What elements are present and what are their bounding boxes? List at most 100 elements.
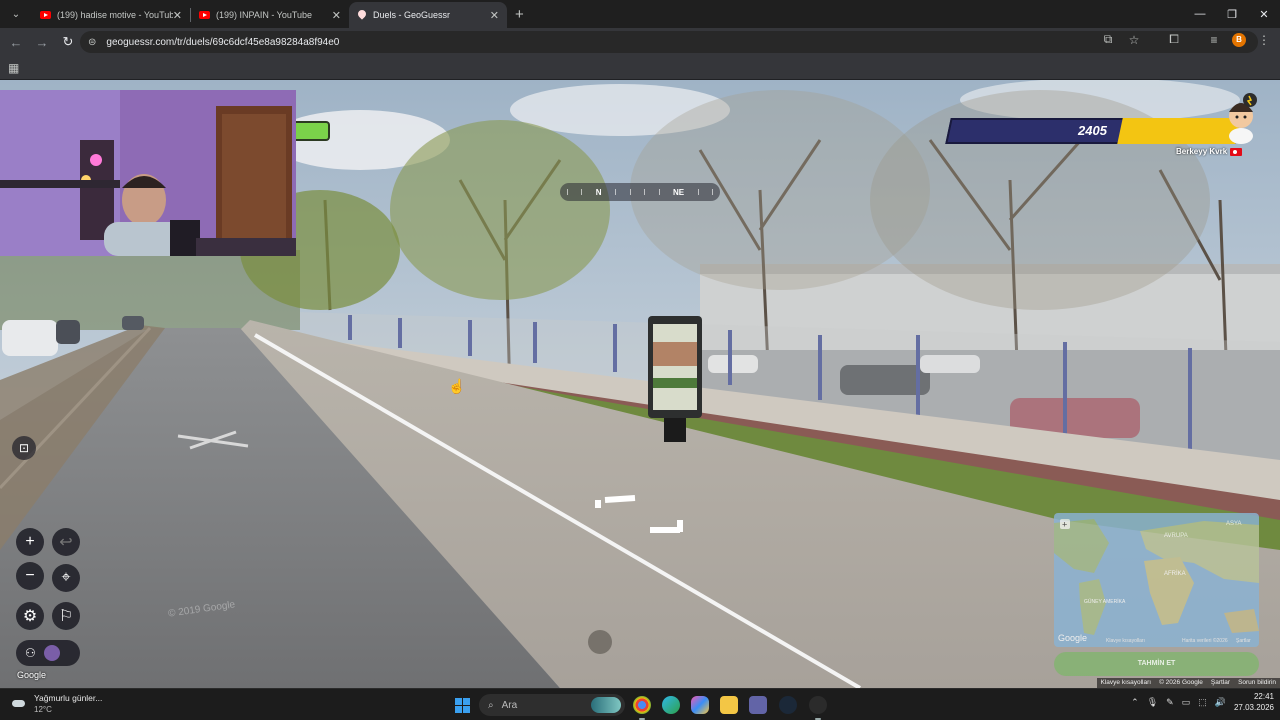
player-avatar [43, 645, 60, 661]
geoguessr-pin-icon [357, 10, 367, 20]
streamer-webcam [0, 90, 296, 256]
media-icon[interactable]: ≡ [1206, 33, 1222, 47]
toolbar-icons: ⧉ ☆ ⧠ ≡ B ⋮ [1100, 32, 1272, 47]
opponent-name-text: Berkeyy Kvrk [1176, 147, 1228, 156]
extensions-icon[interactable]: ⧠ [1166, 32, 1182, 47]
new-tab-button[interactable]: + [515, 6, 524, 23]
tab-title: (199) INPAIN - YouTube [216, 10, 313, 20]
bookmark-star-icon[interactable]: ☆ [1126, 33, 1142, 47]
map-terms[interactable]: Şartlar [1236, 638, 1251, 644]
app-icon[interactable] [809, 696, 827, 720]
sv-terms[interactable]: Şartlar [1211, 678, 1230, 688]
close-tab-icon[interactable]: ✕ [173, 9, 182, 22]
map-label-asia: ASYA [1226, 521, 1242, 527]
cast-icon[interactable]: ⧉ [1100, 32, 1116, 47]
hand-cursor-icon: ☝ [448, 378, 466, 394]
map-google-logo: Google [1058, 633, 1087, 643]
tab-title: (199) hadise motive - YouTube [57, 10, 173, 20]
file-explorer-icon[interactable] [720, 696, 738, 714]
return-arrow-icon: ↩ [59, 534, 73, 551]
street-view-attribution: Klavye kısayolları © 2026 Google Şartlar… [1096, 678, 1280, 688]
close-window-icon[interactable]: ✕ [1248, 0, 1280, 28]
weather-title: Yağmurlu günler... [34, 693, 103, 703]
opponent-health-bar: 2405 [945, 118, 1241, 144]
tab-youtube-1[interactable]: (199) hadise motive - YouTube ✕ [32, 2, 190, 28]
back-button[interactable]: ← [4, 30, 28, 54]
teams-icon[interactable] [749, 696, 767, 714]
map-label-europe: AVRUPA [1164, 533, 1188, 539]
chrome-icon[interactable] [633, 696, 651, 720]
edge-icon[interactable] [662, 696, 680, 714]
tab-youtube-2[interactable]: (199) INPAIN - YouTube ✕ [191, 2, 349, 28]
display-icon[interactable]: ▭ [1182, 697, 1191, 708]
minimize-icon[interactable]: — [1184, 0, 1216, 28]
zoom-out-button[interactable]: − [16, 562, 44, 590]
tab-title: Duels - GeoGuessr [373, 10, 451, 20]
compass-northeast-label: NE [673, 187, 685, 197]
windows-start-button[interactable] [455, 698, 470, 713]
volume-icon[interactable]: 🔊 [1215, 697, 1226, 708]
compass: N NE [560, 183, 720, 201]
forward-button[interactable]: → [30, 30, 54, 54]
tab-geoguessr[interactable]: Duels - GeoGuessr ✕ [349, 2, 507, 28]
settings-button[interactable]: ⚙ [16, 602, 44, 630]
bookmarks-bar: ▦ [0, 56, 1280, 80]
close-tab-icon[interactable]: ✕ [332, 9, 341, 22]
compass-north-label: N [595, 187, 602, 197]
map-label-south-america: GÜNEY AMERİKA [1084, 598, 1126, 605]
guess-button[interactable]: TAHMİN ET [1054, 652, 1259, 676]
search-placeholder: Ara [501, 699, 518, 711]
menu-kebab-icon[interactable]: ⋮ [1256, 33, 1272, 47]
webcam-image [0, 90, 296, 256]
search-icon: ⌕ [488, 699, 494, 711]
tab-search-button[interactable]: ⌄ [4, 4, 28, 24]
flag-icon: ⚐ [58, 608, 74, 625]
window-controls: — ❐ ✕ [1184, 0, 1280, 28]
profile-avatar[interactable]: B [1232, 32, 1246, 47]
map-data: Harita verileri ©2026 [1182, 637, 1228, 644]
player-list-button[interactable]: ⚇ [16, 640, 80, 666]
world-map: ASYA AVRUPA AFRİKA GÜNEY AMERİKA Google … [1054, 513, 1259, 647]
zoom-in-button[interactable]: + [16, 528, 44, 556]
restore-icon[interactable]: ❐ [1216, 0, 1248, 28]
reload-button[interactable]: ↻ [56, 30, 80, 54]
weather-widget[interactable]: Yağmurlu günler... 12°C [12, 693, 102, 715]
location-pin-icon: ⌖ [61, 569, 71, 586]
weather-temp: 12°C [34, 705, 52, 714]
memory-photo-icon[interactable]: ⊡ [12, 436, 36, 460]
network-icon[interactable]: ⬚ [1198, 697, 1207, 708]
clock-date: 27.03.2026 [1233, 703, 1274, 712]
return-to-start-button[interactable]: ⌖ [52, 564, 80, 592]
people-icon: ⚇ [25, 646, 36, 660]
flag-button[interactable]: ⚐ [52, 602, 80, 630]
microphone-icon[interactable]: 🎙 [1147, 697, 1158, 708]
undo-move-button[interactable]: ↩ [52, 528, 80, 556]
chevron-up-icon[interactable]: ⌃ [1131, 697, 1139, 708]
youtube-icon [199, 11, 210, 19]
map-shortcuts[interactable]: Klavye kısayolları [1106, 638, 1145, 644]
site-info-icon[interactable]: ⊜ [88, 37, 96, 48]
url-text[interactable]: geoguessr.com/tr/duels/69c6dcf45e8a98284… [106, 37, 1250, 48]
opponent-score: 2405 [1078, 123, 1107, 138]
copilot-icon[interactable] [691, 696, 709, 714]
sv-shortcuts[interactable]: Klavye kısayolları [1101, 678, 1152, 688]
pen-icon[interactable]: ✎ [1166, 697, 1174, 708]
gear-icon: ⚙ [22, 608, 38, 625]
address-bar[interactable]: ⊜ geoguessr.com/tr/duels/69c6dcf45e8a982… [80, 31, 1258, 53]
youtube-icon [40, 11, 51, 19]
apps-grid-icon[interactable]: ▦ [8, 61, 19, 75]
close-tab-icon[interactable]: ✕ [490, 9, 499, 22]
cloud-rain-icon [12, 697, 26, 711]
clock[interactable]: 22:41 27.03.2026 [1234, 691, 1274, 713]
taskbar-search[interactable]: ⌕ Ara [479, 694, 625, 716]
google-logo: Google [17, 670, 47, 680]
tab-strip: ⌄ (199) hadise motive - YouTube ✕ (199) … [0, 0, 1280, 28]
map-zoom-icon[interactable]: + [1062, 520, 1067, 530]
turkey-flag-icon [1230, 147, 1243, 156]
guess-minimap[interactable]: ASYA AVRUPA AFRİKA GÜNEY AMERİKA Google … [1054, 513, 1259, 647]
sv-report[interactable]: Sorun bildirin [1238, 678, 1276, 688]
map-label-africa: AFRİKA [1164, 570, 1186, 577]
clock-time: 22:41 [1253, 692, 1274, 701]
chevron-down-icon: ⌄ [11, 8, 21, 20]
steam-icon[interactable] [779, 696, 797, 714]
